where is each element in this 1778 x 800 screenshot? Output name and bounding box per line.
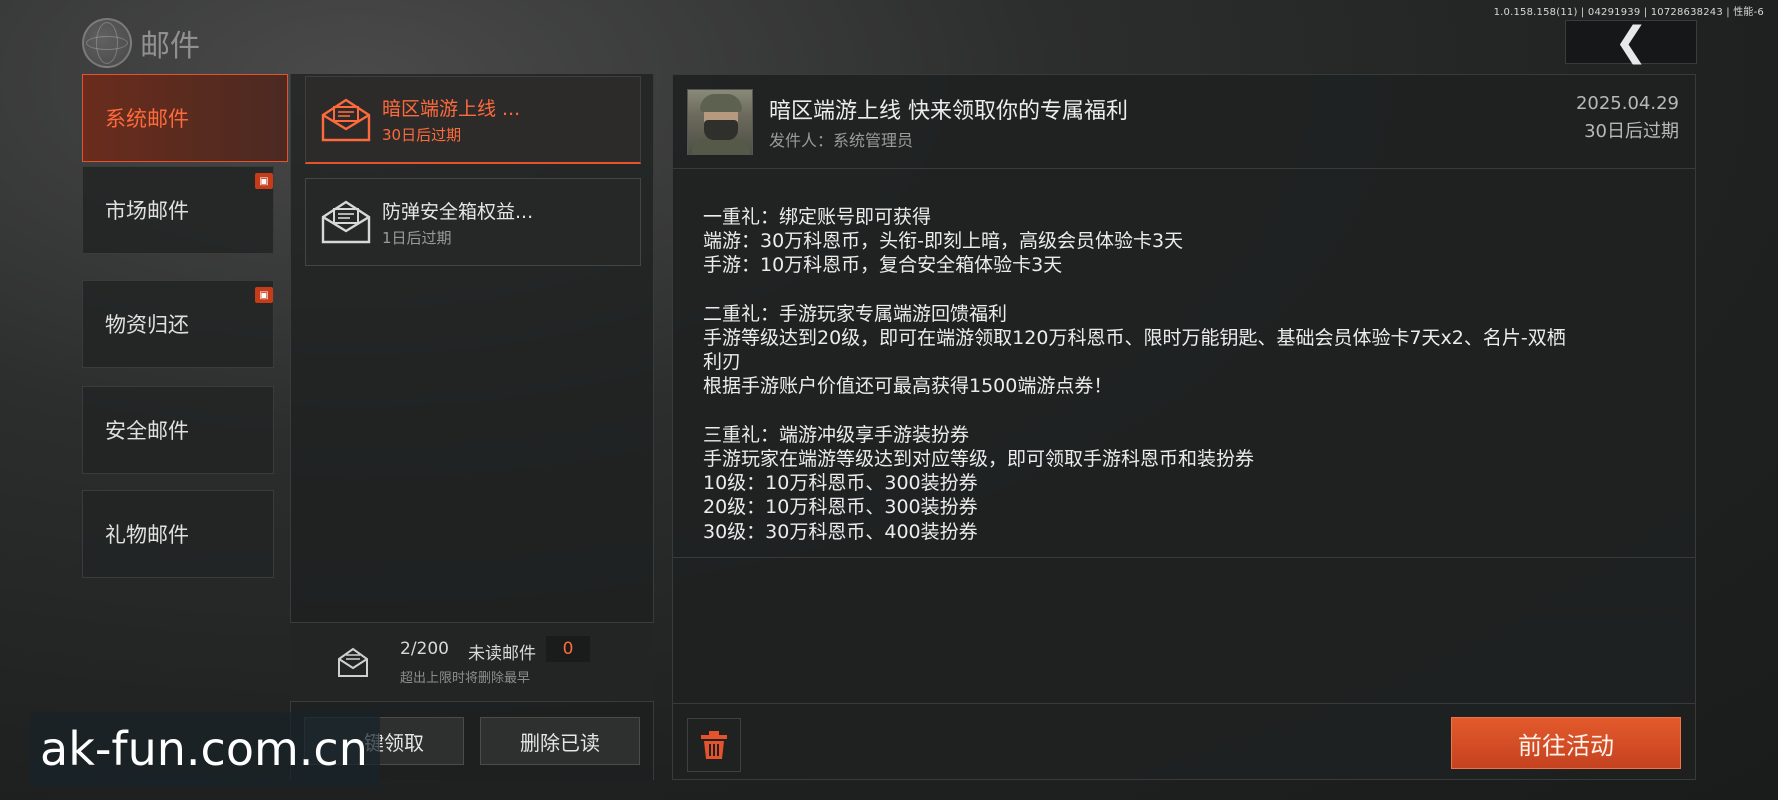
gift-icon: ▣ [255,287,273,303]
body-line: 手游等级达到20级，即可在端游领取120万科恩币、限时万能钥匙、基础会员体验卡7… [703,327,1566,349]
body-line [703,278,1683,302]
body-line: 利刃 [703,351,742,374]
page-header: 邮件 [82,17,200,69]
body-line: 10级：10万科恩币、300装扮券 [703,472,978,495]
detail-expire: 30日后过期 [1584,121,1679,142]
envelope-open-icon [321,200,371,244]
category-gift-mail[interactable]: 礼物邮件 [82,490,274,578]
mail-list-item[interactable]: 暗区端游上线 ... 30日后过期 [305,76,641,164]
detail-body[interactable]: 一重礼：绑定账号即可获得 端游：30万科恩币，头衔-即刻上暗，高级会员体验卡3天… [703,205,1683,613]
category-system-mail[interactable]: 系统邮件 [82,74,288,162]
detail-header: 暗区端游上线 快来领取你的专属福利 发件人：系统管理员 2025.04.29 3… [673,89,1695,169]
gift-icon: ▣ [255,173,273,189]
body-line: 30级：30万科恩币、400装扮券 [703,520,978,543]
mail-expire: 30日后过期 [382,126,462,144]
body-line: 一重礼：绑定账号即可获得 [703,206,932,228]
detail-title: 暗区端游上线 快来领取你的专属福利 [769,99,1128,124]
mail-quota: 2/200 未读邮件 0 超出上限时将删除最早 [290,622,654,702]
category-label: 礼物邮件 [105,523,189,547]
category-security-mail[interactable]: 安全邮件 [82,386,274,474]
goto-event-button[interactable]: 前往活动 [1451,717,1681,769]
category-label: 市场邮件 [105,199,189,223]
quota-hint: 超出上限时将删除最早 [400,671,531,686]
category-market-mail[interactable]: 市场邮件 ▣ [82,166,274,254]
trash-icon [701,731,727,759]
body-line: 三重礼：端游冲级享手游装扮券 [703,423,970,446]
delete-read-button[interactable]: 删除已读 [480,717,640,765]
body-line: 端游：30万科恩币，头衔-即刻上暗，高级会员体验卡3天 [703,230,1184,253]
divider [673,557,1695,558]
body-line: 根据手游账户价值还可最高获得1500端游点券！ [703,375,1113,398]
detail-sender: 发件人：系统管理员 [769,131,914,150]
version-info: 1.0.158.158(11) | 04291939 | 10728638243… [1493,7,1764,18]
category-label: 系统邮件 [105,107,189,131]
mailbox-icon [338,647,368,677]
delete-mail-button[interactable] [687,718,741,772]
detail-date: 2025.04.29 [1575,93,1679,114]
envelope-open-icon [321,98,371,141]
mail-detail-panel: 暗区端游上线 快来领取你的专属福利 发件人：系统管理员 2025.04.29 3… [672,74,1696,780]
mail-list-item[interactable]: 防弹安全箱权益... 1日后过期 [305,178,641,266]
page-title: 邮件 [140,29,200,64]
body-line: 手游：10万科恩币，复合安全箱体验卡3天 [703,254,1063,277]
back-arrow-icon: ❮ [1614,19,1648,65]
body-line: 二重礼：手游玩家专属端游回馈福利 [703,302,1008,325]
back-button[interactable]: ❮ [1565,20,1697,64]
mail-title: 防弹安全箱权益... [382,200,534,223]
mail-count: 2/200 [400,639,449,659]
category-supply-return[interactable]: 物资归还 ▣ [82,280,274,368]
mail-title: 暗区端游上线 ... [382,98,521,120]
category-label: 安全邮件 [105,419,189,443]
divider [673,703,1695,704]
mail-expire: 1日后过期 [382,228,452,247]
unread-count: 0 [546,636,590,662]
body-line: 手游玩家在端游等级达到对应等级，即可领取手游科恩币和装扮券 [703,448,1255,470]
sender-avatar [687,89,753,155]
globe-icon [82,18,132,68]
body-line [703,399,1683,423]
watermark: ak-fun.com.cn [30,712,380,786]
body-line: 20级：10万科恩币、300装扮券 [703,496,978,519]
category-label: 物资归还 [105,313,189,337]
unread-label: 未读邮件 [468,644,536,664]
